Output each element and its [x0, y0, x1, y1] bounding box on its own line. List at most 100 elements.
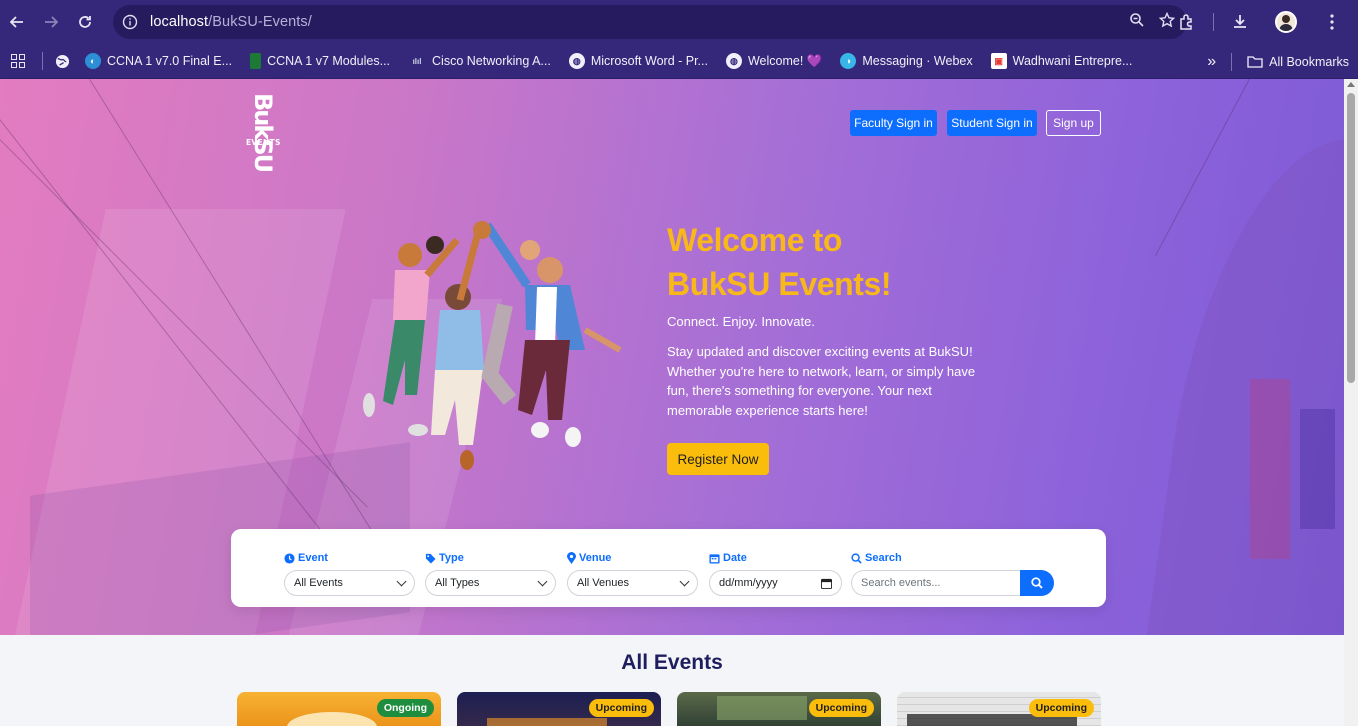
bookmark-label: Wadhwani Entrepre... — [1012, 54, 1133, 68]
reload-icon[interactable] — [68, 5, 102, 39]
event-card[interactable]: Upcoming — [677, 692, 881, 726]
bookmark-item[interactable]: ◑ Messaging · Webex — [831, 47, 981, 75]
bookmark-green-icon — [250, 53, 262, 69]
bookmark-item[interactable]: ▣ Wadhwani Entrepre... — [982, 47, 1142, 75]
folder-icon — [1247, 56, 1263, 68]
event-card-image — [717, 696, 807, 720]
date-filter-label: Date — [709, 551, 842, 565]
calendar-picker-icon[interactable] — [821, 578, 832, 589]
extensions-icon[interactable] — [1167, 5, 1207, 39]
download-icon[interactable] — [1220, 5, 1260, 39]
event-card[interactable]: Upcoming — [897, 692, 1101, 726]
bookmark-item[interactable]: ılıl Cisco Networking A... — [399, 47, 560, 75]
hero-title: Welcome to BukSU Events! — [667, 218, 987, 306]
person-legs — [383, 320, 425, 405]
hero-title-line1: Welcome to — [667, 222, 843, 258]
cisco-icon: ılıl — [412, 56, 422, 66]
all-bookmarks-button[interactable]: All Bookmarks — [1238, 48, 1358, 76]
bookmark-label: Microsoft Word - Pr... — [590, 54, 708, 68]
type-label-text: Type — [439, 552, 464, 564]
person-torso — [435, 310, 484, 370]
clock-icon — [284, 552, 295, 564]
event-label-text: Event — [298, 552, 328, 564]
profile-avatar[interactable] — [1266, 5, 1306, 39]
date-label-text: Date — [723, 552, 747, 564]
hero-description: Stay updated and discover exciting event… — [667, 344, 976, 418]
person-torso — [393, 270, 430, 320]
bookmark-item[interactable]: CCNA 1 v7 Modules... — [241, 47, 399, 75]
search-group: Search events... — [851, 570, 1054, 596]
search-input[interactable]: Search events... — [851, 570, 1020, 596]
bookmark-item[interactable]: ◍ Microsoft Word - Pr... — [560, 47, 717, 75]
globe-icon: ◍ — [725, 53, 742, 69]
search-filter: Search Search events... — [851, 551, 1054, 596]
person-arm — [483, 222, 531, 288]
event-filter-bar: Event All Events Type All Types Venue Al… — [231, 529, 1106, 607]
tag-icon — [425, 553, 436, 564]
event-card[interactable]: Ongoing — [237, 692, 441, 726]
type-filter: Type All Types — [425, 551, 556, 596]
bookmark-label: CCNA 1 v7 Modules... — [267, 54, 391, 68]
forward-icon[interactable] — [34, 5, 68, 39]
venue-select[interactable]: All Venues — [567, 570, 698, 596]
back-icon[interactable] — [0, 5, 34, 39]
person-legs — [431, 370, 483, 445]
venue-filter: Venue All Venues — [567, 551, 698, 596]
event-select[interactable]: All Events — [284, 570, 415, 596]
url-text: localhost/BukSU-Events/ — [150, 14, 312, 30]
status-badge: Ongoing — [376, 699, 434, 717]
chevron-down-icon — [679, 576, 690, 587]
bookmark-item[interactable]: ◍ Welcome! 💜 — [717, 47, 831, 75]
search-label-text: Search — [865, 552, 902, 564]
buksu-logo[interactable]: BukSU EVENTS — [241, 93, 287, 172]
logo-text: BukSU — [249, 93, 277, 172]
status-badge: Upcoming — [1028, 699, 1094, 717]
bookmark-divider — [1231, 52, 1233, 71]
venue-label-text: Venue — [579, 552, 612, 564]
event-select-value: All Events — [294, 577, 343, 589]
event-card[interactable]: Upcoming — [457, 692, 661, 726]
date-input-value: dd/mm/yyyy — [719, 577, 778, 589]
event-card-image — [487, 718, 607, 726]
venue-select-value: All Venues — [577, 577, 629, 589]
browser-actions — [1167, 0, 1358, 44]
hero-title-line2: BukSU Events! — [667, 266, 892, 302]
person-shoe — [408, 424, 428, 436]
bookmark-label: Welcome! 💜 — [747, 53, 823, 68]
event-filter: Event All Events — [284, 551, 415, 596]
bookmark-label: CCNA 1 v7.0 Final E... — [107, 54, 233, 68]
hero-background-wire — [1155, 79, 1250, 256]
page-scrollbar[interactable] — [1344, 79, 1358, 726]
apps-grid-icon[interactable] — [0, 54, 36, 68]
scroll-up-icon[interactable] — [1347, 82, 1355, 87]
all-bookmarks-label: All Bookmarks — [1269, 54, 1349, 69]
scrollbar-thumb[interactable] — [1347, 93, 1355, 383]
search-filter-label: Search — [851, 551, 1054, 565]
event-filter-label: Event — [284, 551, 415, 565]
type-select-value: All Types — [435, 577, 480, 589]
person-shoe — [565, 427, 581, 447]
type-select[interactable]: All Types — [425, 570, 556, 596]
student-signin-button[interactable]: Student Sign in — [947, 110, 1037, 136]
site-info-icon[interactable] — [119, 11, 141, 33]
person-legs — [481, 303, 517, 405]
date-input[interactable]: dd/mm/yyyy — [709, 570, 842, 596]
address-bar[interactable]: localhost/BukSU-Events/ — [113, 5, 1187, 39]
person-shirt — [535, 287, 557, 345]
hero-illustration — [363, 221, 622, 470]
bookmark-item[interactable]: ◐ CCNA 1 v7.0 Final E... — [76, 47, 241, 75]
toolbar-divider — [1213, 13, 1214, 31]
more-bookmarks-icon[interactable]: » — [1198, 48, 1225, 76]
menu-icon[interactable] — [1312, 5, 1352, 39]
faculty-signin-button[interactable]: Faculty Sign in — [850, 110, 937, 136]
register-now-button[interactable]: Register Now — [667, 443, 769, 475]
hero-background-building — [1143, 139, 1344, 635]
wadhwani-icon: ▣ — [990, 53, 1007, 69]
person-head — [537, 257, 563, 283]
globe-icon[interactable] — [49, 47, 76, 75]
zoom-icon[interactable] — [1129, 12, 1145, 33]
signup-button[interactable]: Sign up — [1046, 110, 1101, 136]
status-badge: Upcoming — [808, 699, 874, 717]
search-button[interactable] — [1020, 570, 1054, 596]
date-filter: Date dd/mm/yyyy — [709, 551, 842, 596]
